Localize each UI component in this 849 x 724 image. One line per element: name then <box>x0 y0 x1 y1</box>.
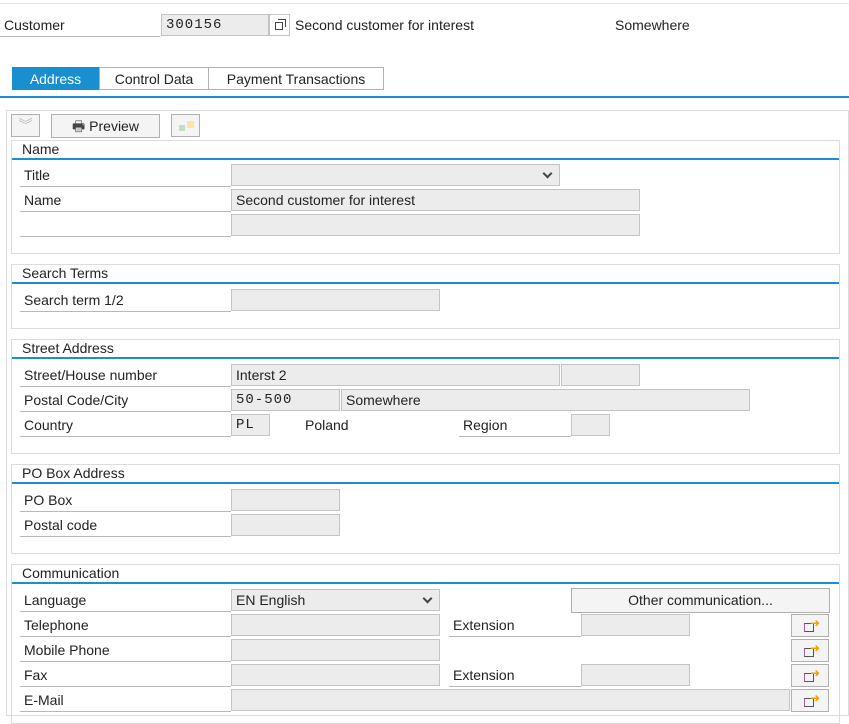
email-field[interactable] <box>231 689 790 711</box>
region-label: Region <box>459 414 571 437</box>
other-communication-button[interactable]: Other communication... <box>571 588 830 613</box>
mobile-phone-field[interactable] <box>231 639 440 661</box>
customer-label: Customer <box>0 14 160 37</box>
copy-icon[interactable] <box>269 14 290 36</box>
po-postal-code-label: Postal code <box>20 514 231 537</box>
po-postal-code-field[interactable] <box>231 514 340 536</box>
fax-field[interactable] <box>231 664 440 686</box>
name-label: Name <box>20 189 231 212</box>
preview-button[interactable]: 🖶 Preview <box>51 114 160 138</box>
email-more-icon[interactable]: ➜ <box>791 689 829 712</box>
po-box-label: PO Box <box>20 489 231 512</box>
preview-label: Preview <box>89 118 139 134</box>
extension-field[interactable] <box>581 614 690 636</box>
tab-strip-line <box>0 96 849 98</box>
customer-city-text: Somewhere <box>615 17 690 33</box>
search-term-label: Search term 1/2 <box>20 289 231 312</box>
country-name-text: Poland <box>305 417 349 433</box>
customer-name-text: Second customer for interest <box>295 17 474 33</box>
name-field[interactable]: Second customer for interest <box>231 189 640 211</box>
mobile-phone-label: Mobile Phone <box>20 639 231 662</box>
search-terms-title: Search Terms <box>12 263 839 284</box>
title-label: Title <box>20 164 231 187</box>
street-address-title: Street Address <box>12 338 839 359</box>
top-divider <box>0 3 849 4</box>
title-dropdown[interactable] <box>231 164 560 186</box>
fax-more-icon[interactable]: ➜ <box>791 664 829 687</box>
region-field[interactable] <box>571 414 610 436</box>
po-box-field[interactable] <box>231 489 340 511</box>
telephone-label: Telephone <box>20 614 231 637</box>
fax-label: Fax <box>20 664 231 687</box>
city-field[interactable]: Somewhere <box>341 389 750 411</box>
mobile-more-icon[interactable]: ➜ <box>791 639 829 662</box>
telephone-more-icon[interactable]: ➜ <box>791 614 829 637</box>
street-field[interactable]: Interst 2 <box>231 364 560 386</box>
fax-extension-label: Extension <box>449 664 581 687</box>
fax-extension-field[interactable] <box>581 664 690 686</box>
customer-number-field[interactable]: 300156 <box>161 14 269 36</box>
po-box-title: PO Box Address <box>12 463 839 484</box>
country-code-field[interactable]: PL <box>231 414 270 436</box>
country-label: Country <box>20 414 231 437</box>
language-label: Language <box>20 589 231 612</box>
telephone-field[interactable] <box>231 614 440 636</box>
tab-address[interactable]: Address <box>12 67 99 90</box>
street-label: Street/House number <box>20 364 231 387</box>
name2-field[interactable] <box>231 214 640 236</box>
collapse-icon[interactable]: ︾ <box>11 114 40 137</box>
name-section-title: Name <box>12 139 839 160</box>
language-dropdown[interactable]: EN English <box>231 589 440 611</box>
tab-payment-transactions[interactable]: Payment Transactions <box>208 67 384 90</box>
search-term-field[interactable] <box>231 289 440 311</box>
communication-title: Communication <box>12 563 839 584</box>
email-label: E-Mail <box>20 689 231 712</box>
house-number-field[interactable] <box>561 364 640 386</box>
name2-label <box>20 214 231 237</box>
postal-code-field[interactable]: 50-500 <box>231 389 340 411</box>
extension-label: Extension <box>449 614 581 637</box>
hierarchy-icon[interactable] <box>171 114 200 137</box>
tab-control-data[interactable]: Control Data <box>99 67 209 90</box>
postal-city-label: Postal Code/City <box>20 389 231 412</box>
printer-icon: 🖶 <box>72 118 86 134</box>
